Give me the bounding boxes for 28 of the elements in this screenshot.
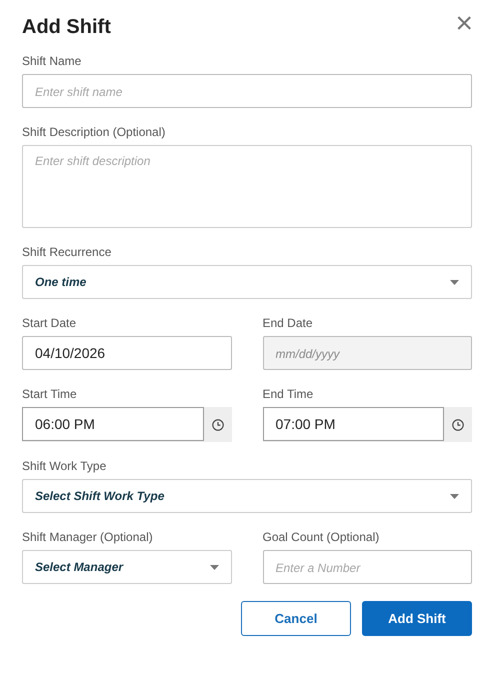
dropdown[interactable]: Select Manager (22, 550, 232, 584)
caret-icon (210, 564, 218, 570)
dialog-title: Add Shift (22, 16, 111, 39)
clock-icon (452, 418, 464, 430)
field-label: End Date (262, 316, 314, 330)
caret-icon (450, 494, 459, 498)
input-field[interactable]: Enter shift name (22, 74, 472, 108)
clock-icon (212, 418, 224, 430)
close-button[interactable]: × (455, 12, 473, 36)
time-field[interactable]: 07:00 PM (262, 407, 444, 441)
date-field[interactable]: 04/10/2026 (22, 336, 232, 370)
field-label: Shift Recurrence (22, 245, 112, 259)
field-label: Shift Description (Optional) (22, 125, 166, 139)
field-label: End Time (262, 387, 314, 401)
field-label: Start Time (22, 387, 78, 401)
field-label: Goal Count (Optional) (262, 530, 380, 544)
time-field[interactable]: 06:00 PM (22, 407, 204, 441)
dropdown[interactable]: Select Shift Work Type (22, 479, 472, 513)
cancel-button[interactable]: Cancel (241, 601, 351, 636)
textarea-field[interactable]: Enter shift description (22, 145, 472, 228)
caret-icon (450, 280, 459, 284)
field-label: Shift Manager (Optional) (22, 530, 154, 544)
field-label: Shift Name (22, 54, 82, 68)
field-label: Start Date (22, 316, 78, 330)
input-field[interactable]: Enter a Number (262, 550, 472, 584)
submit-button[interactable]: Add Shift (362, 601, 472, 636)
dropdown[interactable]: One time (22, 265, 472, 299)
field-label: Shift Work Type (22, 459, 108, 473)
